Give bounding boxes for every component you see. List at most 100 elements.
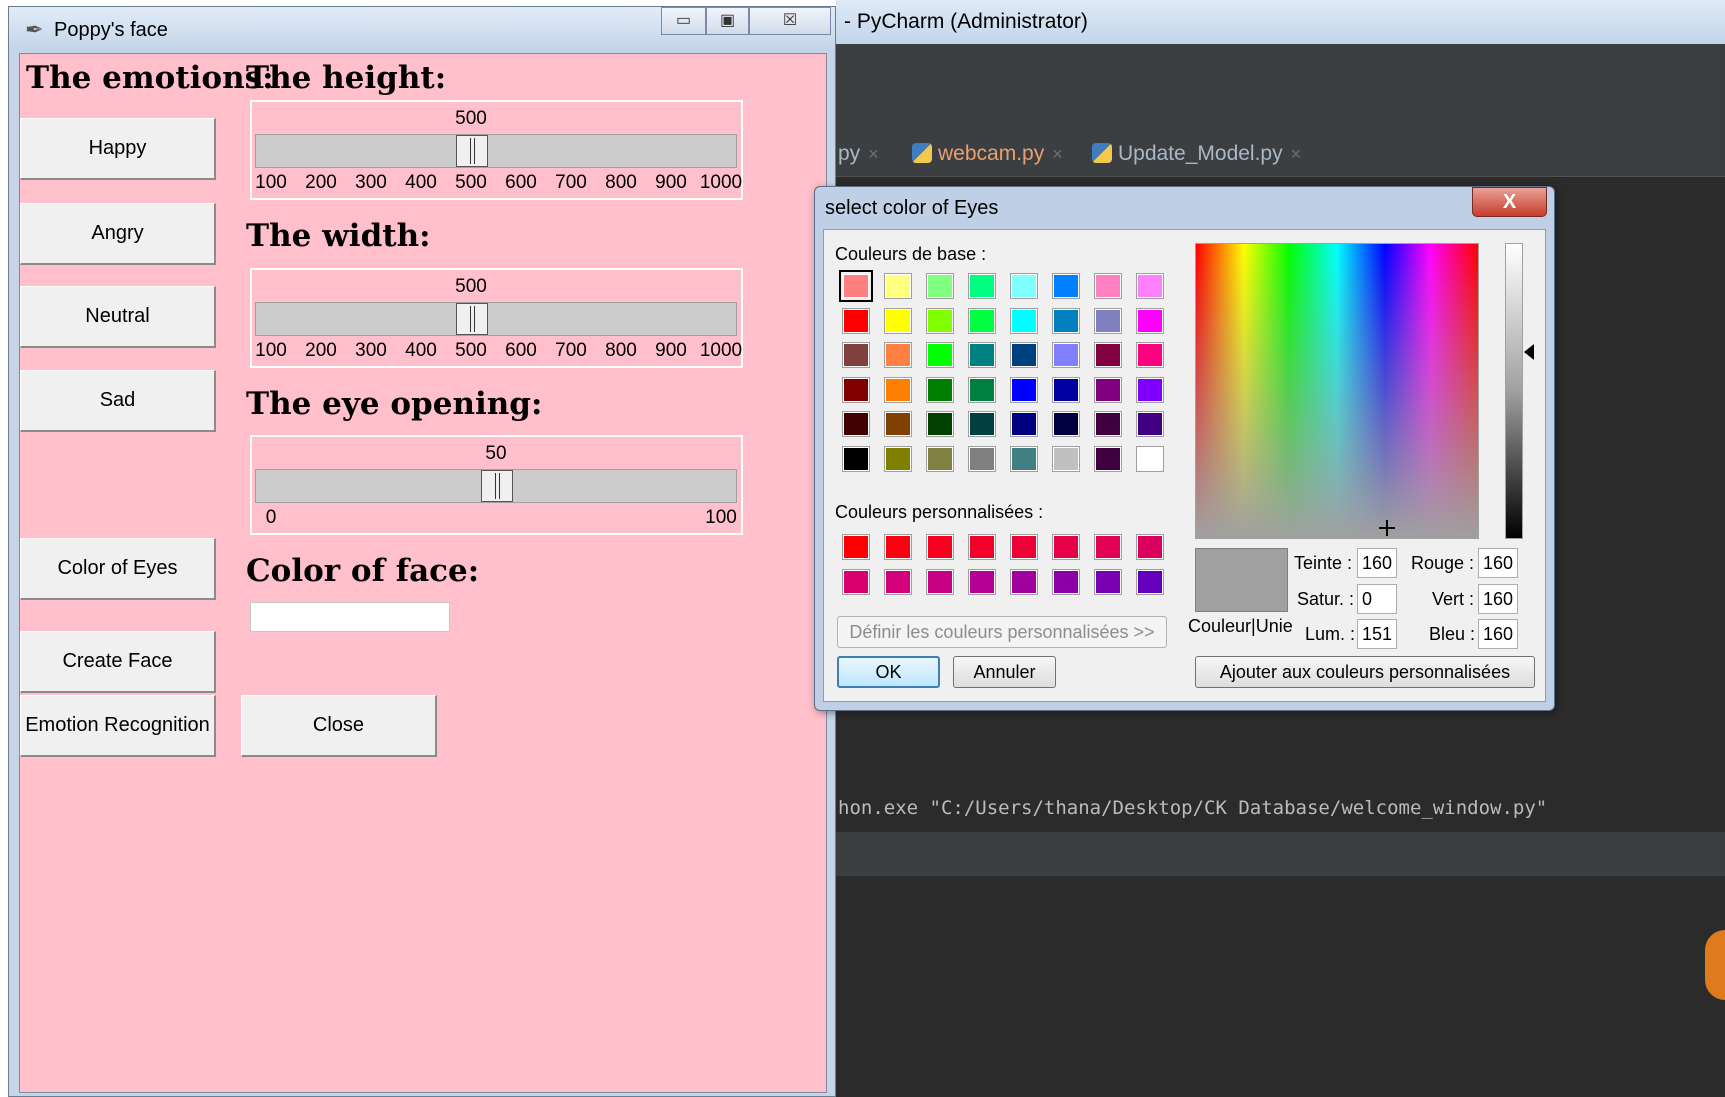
base-color-swatch[interactable]	[1136, 445, 1164, 472]
base-color-swatch[interactable]	[1136, 273, 1164, 299]
base-color-swatch[interactable]	[1010, 307, 1038, 334]
base-color-swatch[interactable]	[1010, 411, 1038, 437]
luminosity-bar[interactable]	[1505, 243, 1523, 539]
custom-color-swatch[interactable]	[1010, 534, 1038, 560]
base-color-swatch[interactable]	[968, 445, 996, 472]
face-color-input[interactable]	[250, 602, 450, 632]
base-color-swatch[interactable]	[926, 273, 954, 299]
custom-color-swatch[interactable]	[1136, 534, 1164, 560]
tab-close-icon[interactable]: ×	[1291, 144, 1302, 164]
custom-color-swatch[interactable]	[926, 568, 954, 595]
slider-trough[interactable]	[255, 302, 737, 336]
base-color-swatch[interactable]	[1094, 376, 1122, 403]
base-color-swatch[interactable]	[968, 342, 996, 368]
red-input[interactable]: 160	[1478, 548, 1518, 578]
custom-color-swatch[interactable]	[884, 534, 912, 560]
base-color-swatch[interactable]	[1136, 307, 1164, 334]
base-color-swatch[interactable]	[1094, 342, 1122, 368]
tab-partial-py[interactable]: py ×	[838, 132, 879, 176]
base-color-swatch[interactable]	[1094, 273, 1122, 299]
custom-color-swatch[interactable]	[1094, 568, 1122, 595]
tab-webcam[interactable]: webcam.py ×	[912, 132, 1063, 176]
slider-trough[interactable]	[255, 469, 737, 503]
custom-color-swatch[interactable]	[842, 568, 870, 595]
base-color-swatch[interactable]	[968, 307, 996, 334]
neutral-button[interactable]: Neutral	[20, 286, 216, 348]
ok-button[interactable]: OK	[837, 656, 940, 688]
color-of-eyes-button[interactable]: Color of Eyes	[20, 538, 216, 600]
base-color-swatch[interactable]	[842, 411, 870, 437]
custom-color-swatch[interactable]	[1010, 568, 1038, 595]
base-color-swatch[interactable]	[1010, 376, 1038, 403]
base-color-swatch[interactable]	[1052, 307, 1080, 334]
base-color-swatch[interactable]	[926, 411, 954, 437]
tab-close-icon[interactable]: ×	[1052, 144, 1063, 164]
crosshair-icon[interactable]	[1379, 520, 1395, 536]
notification-icon[interactable]	[1705, 930, 1725, 1000]
custom-color-swatch[interactable]	[968, 568, 996, 595]
base-color-swatch[interactable]	[926, 376, 954, 403]
custom-color-swatch[interactable]	[884, 568, 912, 595]
base-color-swatch[interactable]	[1094, 307, 1122, 334]
slider-thumb[interactable]	[456, 303, 488, 335]
custom-color-swatch[interactable]	[968, 534, 996, 560]
saturation-input[interactable]: 0	[1357, 584, 1397, 614]
emotion-recognition-button[interactable]: Emotion Recognition	[20, 695, 216, 757]
tab-update-model[interactable]: Update_Model.py ×	[1092, 132, 1301, 176]
custom-color-swatch[interactable]	[926, 534, 954, 560]
base-color-swatch[interactable]	[842, 376, 870, 403]
custom-color-swatch[interactable]	[1052, 568, 1080, 595]
pycharm-console[interactable]	[836, 876, 1725, 1097]
define-custom-colors-button[interactable]: Définir les couleurs personnalisées >>	[837, 616, 1167, 648]
base-color-swatch[interactable]	[1052, 342, 1080, 368]
base-color-swatch[interactable]	[884, 342, 912, 368]
base-color-swatch[interactable]	[1052, 411, 1080, 437]
custom-color-swatch[interactable]	[1052, 534, 1080, 560]
base-color-swatch[interactable]	[1010, 342, 1038, 368]
luminosity-arrow-icon[interactable]	[1524, 344, 1534, 360]
angry-button[interactable]: Angry	[20, 203, 216, 265]
base-color-swatch[interactable]	[968, 273, 996, 299]
base-color-swatch[interactable]	[1094, 411, 1122, 437]
close-window-button[interactable]: ☒	[749, 7, 831, 35]
base-color-swatch[interactable]	[926, 445, 954, 472]
maximize-button[interactable]: ▣	[706, 7, 749, 35]
slider-trough[interactable]	[255, 134, 737, 168]
base-color-swatch[interactable]	[884, 273, 912, 299]
height-slider[interactable]: 500 100 200 300 400 500 600 700 800 900 1000	[250, 100, 743, 200]
base-color-swatch[interactable]	[1052, 376, 1080, 403]
tab-close-icon[interactable]: ×	[868, 144, 879, 164]
minimize-button[interactable]: ▭	[661, 7, 706, 35]
add-to-custom-colors-button[interactable]: Ajouter aux couleurs personnalisées	[1195, 656, 1535, 688]
custom-color-swatch[interactable]	[842, 534, 870, 560]
base-color-swatch[interactable]	[839, 270, 873, 302]
blue-input[interactable]: 160	[1478, 619, 1518, 649]
luminosity-input[interactable]: 151	[1357, 619, 1397, 649]
base-color-swatch[interactable]	[968, 411, 996, 437]
base-color-swatch[interactable]	[884, 411, 912, 437]
hue-input[interactable]: 160	[1357, 548, 1397, 578]
base-color-swatch[interactable]	[926, 342, 954, 368]
close-button[interactable]: Close	[241, 695, 437, 757]
base-color-swatch[interactable]	[884, 376, 912, 403]
base-color-swatch[interactable]	[884, 445, 912, 472]
base-color-swatch[interactable]	[842, 307, 870, 334]
width-slider[interactable]: 500 100 200 300 400 500 600 700 800 900 1000	[250, 268, 743, 368]
base-color-swatch[interactable]	[884, 307, 912, 334]
base-color-swatch[interactable]	[1136, 411, 1164, 437]
base-color-swatch[interactable]	[1010, 445, 1038, 472]
eye-opening-slider[interactable]: 50 0 100	[250, 435, 743, 535]
base-color-swatch[interactable]	[1136, 342, 1164, 368]
base-color-swatch[interactable]	[1052, 445, 1080, 472]
base-color-swatch[interactable]	[1136, 376, 1164, 403]
slider-thumb[interactable]	[456, 135, 488, 167]
base-color-swatch[interactable]	[842, 342, 870, 368]
custom-color-swatch[interactable]	[1136, 568, 1164, 595]
green-input[interactable]: 160	[1478, 584, 1518, 614]
happy-button[interactable]: Happy	[20, 118, 216, 180]
color-spectrum[interactable]	[1195, 243, 1479, 539]
base-color-swatch[interactable]	[1052, 273, 1080, 299]
base-color-swatch[interactable]	[1010, 273, 1038, 299]
base-color-swatch[interactable]	[842, 445, 870, 472]
cancel-button[interactable]: Annuler	[953, 656, 1056, 688]
